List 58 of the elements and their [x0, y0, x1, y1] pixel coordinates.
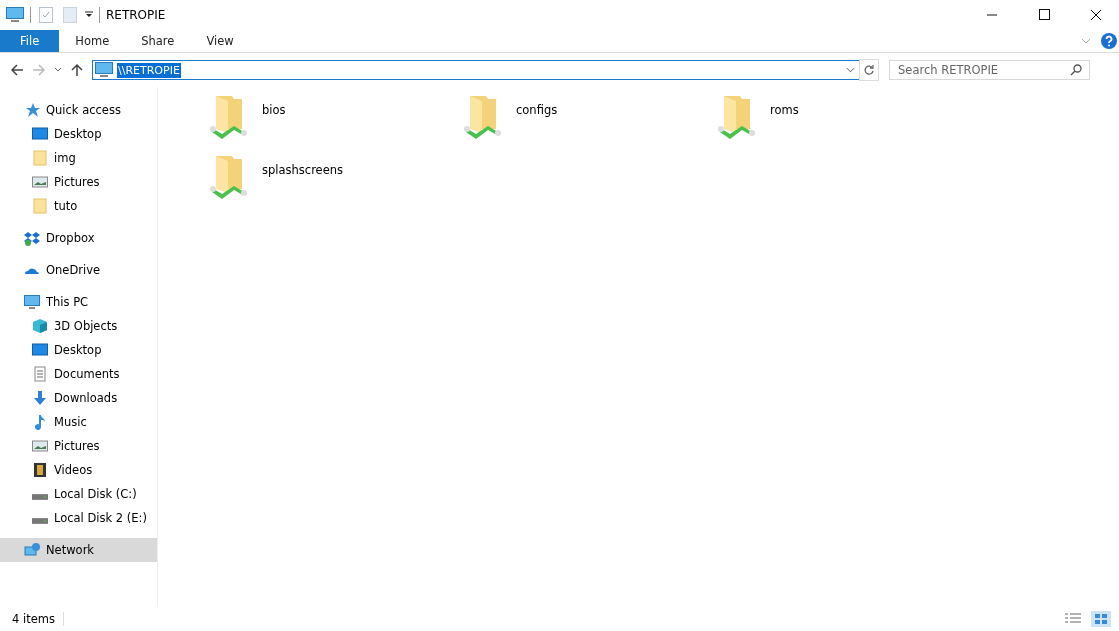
item-count: 4 items: [12, 612, 55, 626]
down-arrow-icon: [32, 390, 48, 406]
sidebar-item[interactable]: Network: [0, 538, 157, 562]
recent-dropdown-icon[interactable]: [54, 67, 62, 73]
forward-arrow-icon[interactable]: [32, 63, 46, 77]
shared-folder[interactable]: splashscreens: [210, 154, 344, 206]
ribbon-tab[interactable]: File: [0, 30, 60, 52]
picture-icon: [32, 438, 48, 454]
cube-icon: [32, 318, 48, 334]
sidebar-item[interactable]: Local Disk 2 (E:): [0, 506, 157, 530]
folder-icon: [32, 198, 48, 214]
chevron-down-icon[interactable]: [846, 67, 855, 73]
sidebar-item[interactable]: img: [0, 146, 157, 170]
sidebar-item[interactable]: Videos: [0, 458, 157, 482]
monitor-icon: [32, 342, 48, 358]
drive-icon: [32, 518, 48, 524]
sidebar-item[interactable]: Downloads: [0, 386, 157, 410]
refresh-button[interactable]: [859, 59, 879, 81]
sidebar-item[interactable]: Local Disk (C:): [0, 482, 157, 506]
computer-icon: [6, 7, 24, 23]
refresh-icon: [863, 64, 875, 76]
sidebar-item[interactable]: Dropbox: [0, 226, 157, 250]
help-icon[interactable]: [1101, 33, 1117, 49]
shared-folder[interactable]: roms: [718, 94, 799, 146]
chevron-down-icon[interactable]: [1081, 38, 1091, 44]
network-icon: [24, 542, 40, 558]
shared-folder[interactable]: configs: [464, 94, 558, 146]
document-icon: [32, 366, 48, 382]
film-icon: [32, 462, 48, 478]
computer-icon: [95, 62, 113, 78]
computer-icon: [24, 294, 40, 310]
sidebar-item[interactable]: 3D Objects: [0, 314, 157, 338]
up-arrow-icon[interactable]: [70, 63, 84, 77]
search-field[interactable]: Search RETROPIE: [889, 60, 1090, 80]
folder-icon: [32, 150, 48, 166]
address-bar[interactable]: \\RETROPIE: [92, 60, 860, 80]
window-title: RETROPIE: [106, 8, 166, 22]
dropdown-icon[interactable]: [85, 11, 93, 19]
sidebar-item[interactable]: This PC: [0, 290, 157, 314]
dropbox-icon: [24, 230, 40, 246]
back-arrow-icon[interactable]: [10, 63, 24, 77]
sidebar-item[interactable]: Desktop: [0, 122, 157, 146]
star-icon: [24, 102, 40, 118]
sidebar-item[interactable]: tuto: [0, 194, 157, 218]
monitor-icon: [32, 126, 48, 142]
music-note-icon: [32, 414, 48, 430]
sidebar-item[interactable]: OneDrive: [0, 258, 157, 282]
sidebar-item[interactable]: Quick access: [0, 98, 157, 122]
large-icons-view-icon[interactable]: [1091, 611, 1111, 627]
search-icon: [1070, 64, 1082, 76]
drive-icon: [32, 494, 48, 500]
sidebar-item[interactable]: Pictures: [0, 434, 157, 458]
sidebar-item[interactable]: Pictures: [0, 170, 157, 194]
sidebar-item[interactable]: Documents: [0, 362, 157, 386]
picture-icon: [32, 174, 48, 190]
shared-folder[interactable]: bios: [210, 94, 286, 146]
sidebar-item[interactable]: Music: [0, 410, 157, 434]
sidebar-item[interactable]: Desktop: [0, 338, 157, 362]
